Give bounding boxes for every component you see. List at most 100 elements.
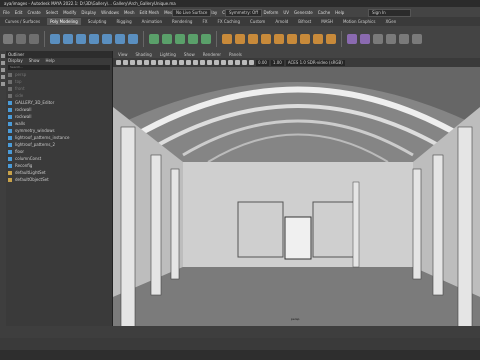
scale-tool-icon[interactable] xyxy=(1,82,5,86)
viewport-menu-show[interactable]: Show xyxy=(184,52,195,57)
viewport-menu-panels[interactable]: Panels xyxy=(229,52,242,57)
outliner-item[interactable]: persp xyxy=(6,71,112,78)
planar-uv-icon[interactable] xyxy=(347,33,357,44)
motion-blur-icon[interactable] xyxy=(228,60,233,65)
move-tool-icon[interactable] xyxy=(1,68,5,72)
uv-editor-icon[interactable] xyxy=(373,33,383,44)
shadows-icon[interactable] xyxy=(214,60,219,65)
new-scene-icon[interactable] xyxy=(3,33,13,44)
grid-icon[interactable] xyxy=(144,60,149,65)
menu-edit[interactable]: Edit xyxy=(15,10,23,15)
outliner-item[interactable]: symmetry_windows xyxy=(6,127,112,134)
select-camera-icon[interactable] xyxy=(116,60,121,65)
poly-disc-icon[interactable] xyxy=(128,33,138,44)
menu-modify[interactable]: Modify xyxy=(63,10,76,15)
smooth-shade-icon[interactable] xyxy=(193,60,198,65)
viewport-menu-lighting[interactable]: Lighting xyxy=(160,52,176,57)
ambient-occlusion-icon[interactable] xyxy=(221,60,226,65)
outliner-item[interactable]: Reconfig xyxy=(6,162,112,169)
append-icon[interactable] xyxy=(274,33,284,44)
outliner-item[interactable]: front xyxy=(6,85,112,92)
xray-icon[interactable] xyxy=(249,60,254,65)
isolate-select-icon[interactable] xyxy=(242,60,247,65)
rotate-tool-icon[interactable] xyxy=(1,75,5,79)
fill-hole-icon[interactable] xyxy=(261,33,271,44)
safe-action-icon[interactable] xyxy=(179,60,184,65)
menu-edit-mesh[interactable]: Edit Mesh xyxy=(140,10,160,15)
image-plane-icon[interactable] xyxy=(137,60,142,65)
outliner-item[interactable]: rockwall xyxy=(6,113,112,120)
outliner-item[interactable]: defaultObjectSet xyxy=(6,176,112,183)
outliner-item[interactable]: floor xyxy=(6,148,112,155)
menu-deform[interactable]: Deform xyxy=(263,10,278,15)
quad-draw-icon[interactable] xyxy=(326,33,336,44)
live-surface-field[interactable]: No Live Surface xyxy=(172,9,212,17)
outliner-search-input[interactable]: Search... xyxy=(8,65,110,70)
exposure-field[interactable]: 0.00 xyxy=(256,59,269,66)
mirror-icon[interactable] xyxy=(201,33,211,44)
lights-icon[interactable] xyxy=(207,60,212,65)
field-chart-icon[interactable] xyxy=(172,60,177,65)
viewport-menu-shading[interactable]: Shading xyxy=(136,52,152,57)
poly-plane-icon[interactable] xyxy=(115,33,125,44)
viewport-panel[interactable]: View Shading Lighting Show Renderer Pane… xyxy=(113,51,480,326)
save-scene-icon[interactable] xyxy=(29,33,39,44)
film-gate-icon[interactable] xyxy=(151,60,156,65)
tab-bifrost[interactable]: Bifrost xyxy=(295,18,314,25)
wireframe-icon[interactable] xyxy=(186,60,191,65)
bridge-icon[interactable] xyxy=(248,33,258,44)
viewport-menu-view[interactable]: View xyxy=(118,52,128,57)
outliner-item[interactable]: columnConst xyxy=(6,155,112,162)
bevel-icon[interactable] xyxy=(235,33,245,44)
history-icon[interactable] xyxy=(386,33,396,44)
outliner-item[interactable]: walls xyxy=(6,120,112,127)
menu-mesh[interactable]: Mesh xyxy=(124,10,135,15)
tab-sculpting[interactable]: Sculpting xyxy=(85,18,110,25)
separate-icon[interactable] xyxy=(162,33,172,44)
tab-custom[interactable]: Custom xyxy=(247,18,268,25)
tab-fx[interactable]: FX xyxy=(199,18,210,25)
outliner-item[interactable]: top xyxy=(6,78,112,85)
freeze-transform-icon[interactable] xyxy=(399,33,409,44)
outliner-menu-show[interactable]: Show xyxy=(29,58,40,64)
tab-arnold[interactable]: Arnold xyxy=(272,18,291,25)
menu-display[interactable]: Display xyxy=(81,10,96,15)
textured-icon[interactable] xyxy=(200,60,205,65)
outliner-item[interactable]: side xyxy=(6,92,112,99)
outliner-item[interactable]: defaultLightSet xyxy=(6,169,112,176)
open-scene-icon[interactable] xyxy=(16,33,26,44)
gate-mask-icon[interactable] xyxy=(165,60,170,65)
tab-mash[interactable]: MASH xyxy=(318,18,336,25)
tab-curves-surfaces[interactable]: Curves / Surfaces xyxy=(2,18,43,25)
menu-windows[interactable]: Windows xyxy=(101,10,119,15)
tab-xgen[interactable]: XGen xyxy=(382,18,399,25)
color-space-dropdown[interactable]: ACES 1.0 SDR-video (sRGB) xyxy=(285,59,345,66)
range-slider[interactable] xyxy=(0,338,480,350)
menu-select[interactable]: Select xyxy=(46,10,58,15)
tab-animation[interactable]: Animation xyxy=(139,18,165,25)
poly-sphere-icon[interactable] xyxy=(50,33,60,44)
boolean-icon[interactable] xyxy=(188,33,198,44)
poly-cone-icon[interactable] xyxy=(89,33,99,44)
gamma-field[interactable]: 1.00 xyxy=(270,59,284,66)
outliner-item[interactable]: lightroof_patterns_instance xyxy=(6,134,112,141)
bookmark-icon[interactable] xyxy=(130,60,135,65)
menu-generate[interactable]: Generate xyxy=(294,10,313,15)
smooth-icon[interactable] xyxy=(175,33,185,44)
outliner-item[interactable]: GALLERY_3D_Editor xyxy=(6,99,112,106)
poly-torus-icon[interactable] xyxy=(102,33,112,44)
extrude-icon[interactable] xyxy=(222,33,232,44)
anti-alias-icon[interactable] xyxy=(235,60,240,65)
outliner-menu-help[interactable]: Help xyxy=(46,58,55,64)
menu-uv[interactable]: UV xyxy=(283,10,289,15)
tab-rigging[interactable]: Rigging xyxy=(113,18,134,25)
connect-icon[interactable] xyxy=(313,33,323,44)
menu-help[interactable]: Help xyxy=(335,10,344,15)
tab-fx-caching[interactable]: FX Caching xyxy=(215,18,243,25)
poly-cylinder-icon[interactable] xyxy=(76,33,86,44)
menu-cache[interactable]: Cache xyxy=(318,10,330,15)
poly-cube-icon[interactable] xyxy=(63,33,73,44)
viewport-menu-renderer[interactable]: Renderer xyxy=(203,52,221,57)
resolution-gate-icon[interactable] xyxy=(158,60,163,65)
automatic-uv-icon[interactable] xyxy=(360,33,370,44)
